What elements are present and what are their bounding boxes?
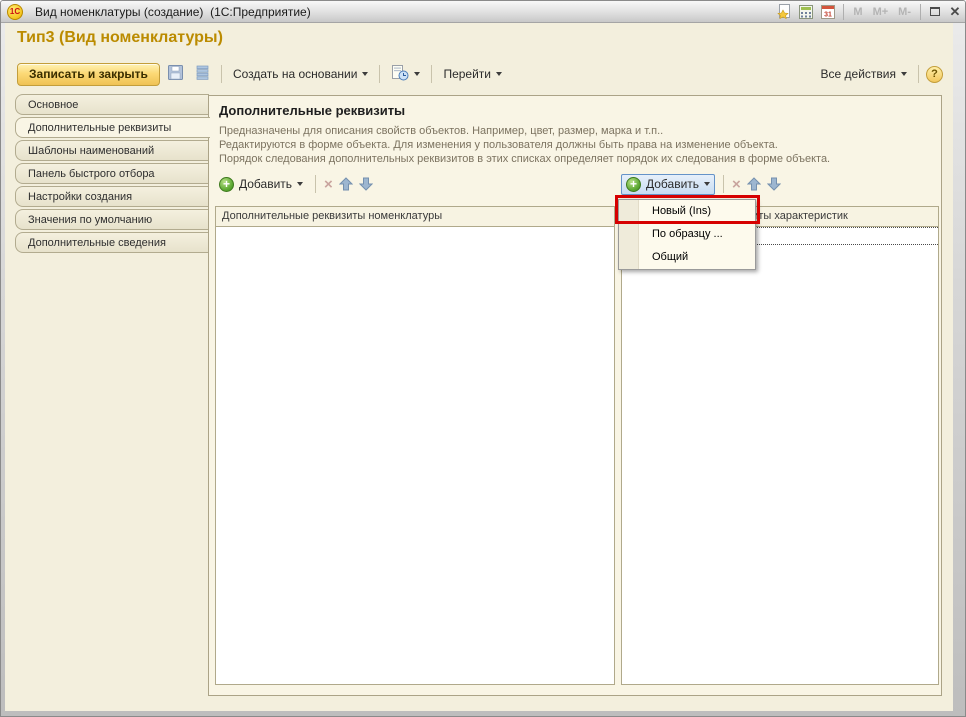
- page-title: Тип3 (Вид номенклатуры): [17, 29, 223, 47]
- titlebar-separator: [920, 4, 921, 20]
- chevron-down-icon: [496, 72, 502, 76]
- save-icon: [168, 65, 183, 83]
- chevron-down-icon: [362, 72, 368, 76]
- chevron-down-icon: [297, 182, 303, 186]
- titlebar-separator: [843, 4, 844, 20]
- chevron-down-icon: [414, 72, 420, 76]
- show-list-button[interactable]: [192, 64, 214, 84]
- document-clock-icon: [391, 65, 409, 84]
- sidebar-item-znacheniya[interactable]: Значения по умолчанию: [15, 209, 209, 230]
- move-up-icon[interactable]: [747, 177, 761, 191]
- document-clock-button[interactable]: [387, 62, 424, 87]
- memory-m-button[interactable]: M: [848, 6, 867, 18]
- left-list: Дополнительные реквизиты номенклатуры: [215, 206, 615, 685]
- all-actions-label: Все действия: [821, 67, 896, 81]
- titlebar: 1С Вид номенклатуры (создание) (1С:Предп…: [1, 1, 965, 23]
- maximize-icon: [930, 7, 940, 16]
- toolbar-separator: [918, 65, 919, 83]
- description-line: Предназначены для описания свойств объек…: [219, 124, 830, 138]
- left-add-button[interactable]: Добавить: [215, 175, 307, 194]
- right-list-toolbar: Добавить ×: [621, 172, 781, 196]
- add-dropdown-menu: Новый (Ins) По образцу ... Общий: [618, 199, 756, 270]
- close-button[interactable]: ✕: [945, 3, 965, 21]
- all-actions-button[interactable]: Все действия: [817, 64, 911, 84]
- description-line: Порядок следования дополнительных реквиз…: [219, 152, 830, 166]
- add-plus-icon: [626, 177, 641, 192]
- form-content: Тип3 (Вид номенклатуры) Записать и закры…: [5, 23, 953, 711]
- left-list-column-header[interactable]: Дополнительные реквизиты номенклатуры: [216, 207, 614, 227]
- left-list-toolbar: Добавить ×: [215, 172, 373, 196]
- menu-item-new[interactable]: Новый (Ins): [619, 200, 755, 223]
- toolbar-separator: [315, 175, 316, 193]
- toolbar-separator: [379, 65, 380, 83]
- sidebar: Основное Дополнительные реквизиты Шаблон…: [15, 94, 209, 255]
- chevron-down-icon: [901, 72, 907, 76]
- move-down-icon[interactable]: [767, 177, 781, 191]
- create-based-on-label: Создать на основании: [233, 67, 358, 81]
- list-icon: [196, 65, 209, 83]
- sidebar-item-dop-rekvizity[interactable]: Дополнительные реквизиты: [15, 117, 210, 138]
- main-panel: Дополнительные реквизиты Предназначены д…: [208, 95, 942, 696]
- 1c-logo-icon: 1С: [7, 4, 23, 20]
- menu-item-common[interactable]: Общий: [619, 246, 755, 269]
- help-button[interactable]: ?: [926, 66, 943, 83]
- calculator-icon[interactable]: [795, 3, 817, 21]
- memory-mminus-button[interactable]: M-: [893, 6, 916, 18]
- right-add-button[interactable]: Добавить: [621, 174, 715, 195]
- save-and-close-button[interactable]: Записать и закрыть: [17, 63, 160, 86]
- toolbar-separator: [221, 65, 222, 83]
- move-up-icon[interactable]: [339, 177, 353, 191]
- menu-item-by-template[interactable]: По образцу ...: [619, 223, 755, 246]
- add-plus-icon: [219, 177, 234, 192]
- add-button-label: Добавить: [646, 177, 699, 191]
- close-icon: ✕: [950, 4, 961, 20]
- svg-text:31: 31: [825, 11, 833, 18]
- sidebar-item-dop-svedeniya[interactable]: Дополнительные сведения: [15, 232, 209, 253]
- sidebar-item-shablony[interactable]: Шаблоны наименований: [15, 140, 209, 161]
- description-line: Редактируются в форме объекта. Для измен…: [219, 138, 830, 152]
- window-title: Вид номенклатуры (создание) (1С:Предприя…: [35, 5, 311, 19]
- toolbar-separator: [723, 175, 724, 193]
- delete-icon[interactable]: ×: [732, 177, 741, 192]
- command-bar: Записать и закрыть: [17, 61, 943, 87]
- section-description: Предназначены для описания свойств объек…: [219, 124, 830, 166]
- favorites-icon[interactable]: [773, 3, 795, 21]
- create-based-on-button[interactable]: Создать на основании: [229, 64, 373, 84]
- section-heading: Дополнительные реквизиты: [219, 103, 405, 118]
- sidebar-item-nastroyki[interactable]: Настройки создания: [15, 186, 209, 207]
- calendar-icon[interactable]: 31: [817, 3, 839, 21]
- go-to-button[interactable]: Перейти: [439, 64, 506, 84]
- add-button-label: Добавить: [239, 177, 292, 191]
- sidebar-item-osnovnoe[interactable]: Основное: [15, 94, 209, 115]
- go-to-label: Перейти: [443, 67, 491, 81]
- delete-icon[interactable]: ×: [324, 177, 333, 192]
- toolbar-separator: [431, 65, 432, 83]
- app-window: 1С Вид номенклатуры (создание) (1С:Предп…: [0, 0, 966, 717]
- right-list: Дополнительные реквизиты характеристик: [621, 206, 939, 685]
- move-down-icon[interactable]: [359, 177, 373, 191]
- sidebar-item-panel-otbora[interactable]: Панель быстрого отбора: [15, 163, 209, 184]
- maximize-button[interactable]: [925, 3, 945, 21]
- save-button[interactable]: [165, 64, 187, 84]
- memory-mplus-button[interactable]: M+: [868, 6, 894, 18]
- chevron-down-icon: [704, 182, 710, 186]
